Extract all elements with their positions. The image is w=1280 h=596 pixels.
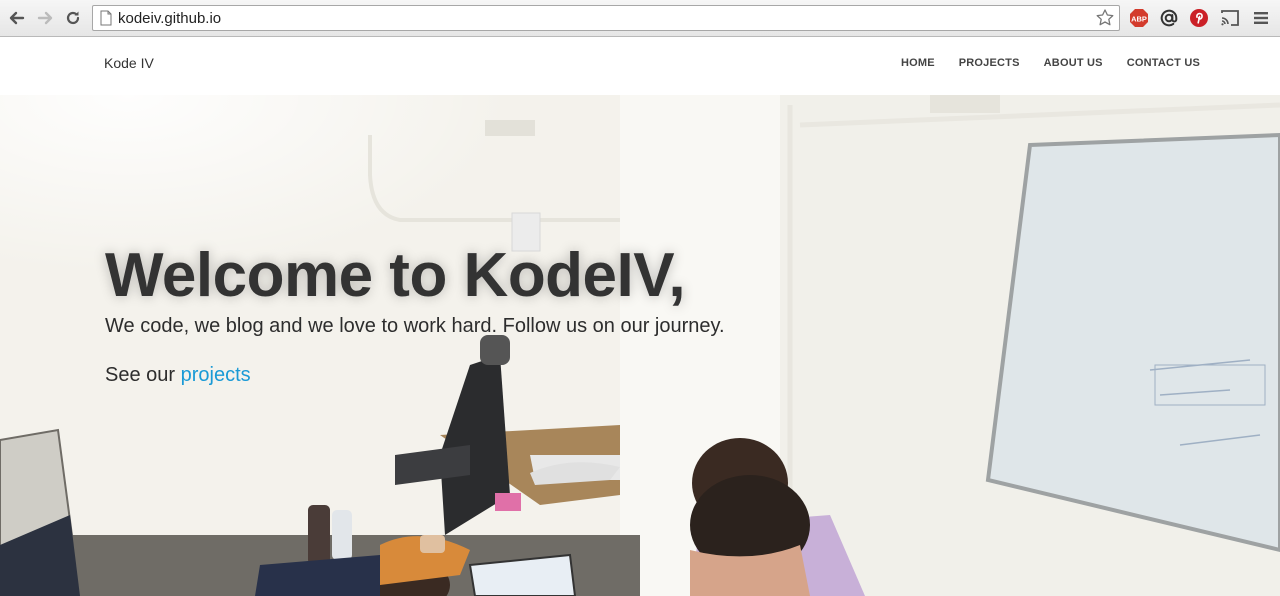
hero-title: Welcome to KodeIV, (105, 241, 686, 310)
browser-toolbar: kodeiv.github.io ABP (0, 0, 1280, 37)
pinterest-extension-button[interactable] (1188, 7, 1210, 29)
reload-icon (66, 11, 80, 25)
menu-item-contact-us[interactable]: CONTACT US (1127, 57, 1200, 69)
at-sign-icon (1160, 9, 1178, 27)
svg-text:ABP: ABP (1131, 15, 1147, 24)
menu-item-home[interactable]: HOME (901, 57, 935, 69)
reload-button[interactable] (62, 7, 84, 29)
adblock-icon: ABP (1130, 9, 1148, 27)
hero-cta-prefix: See our (105, 364, 181, 386)
bookmark-star-icon[interactable] (1095, 8, 1115, 28)
brand-link[interactable]: Kode IV (104, 55, 154, 71)
projects-link[interactable]: projects (181, 364, 251, 386)
menu-item-projects[interactable]: PROJECTS (959, 57, 1020, 69)
pinterest-icon (1190, 9, 1208, 27)
menu-item-about-us[interactable]: ABOUT US (1044, 57, 1103, 69)
chrome-menu-button[interactable] (1250, 7, 1272, 29)
cast-icon (1221, 10, 1239, 26)
site-header: Kode IV HOME PROJECTS ABOUT US CONTACT U… (0, 37, 1280, 95)
hero-section: Welcome to KodeIV, We code, we blog and … (0, 95, 1280, 596)
page-icon (100, 10, 112, 26)
address-bar[interactable]: kodeiv.github.io (92, 5, 1120, 31)
hero-subtitle: We code, we blog and we love to work har… (105, 315, 725, 337)
adblock-extension-button[interactable]: ABP (1128, 7, 1150, 29)
address-url[interactable]: kodeiv.github.io (118, 10, 221, 27)
main-menu: HOME PROJECTS ABOUT US CONTACT US (877, 57, 1200, 69)
forward-arrow-icon (37, 11, 53, 25)
back-button[interactable] (6, 7, 28, 29)
back-arrow-icon (9, 11, 25, 25)
hero-cta: See our projects (105, 364, 725, 387)
cast-extension-button[interactable] (1219, 7, 1241, 29)
hero-text: Welcome to KodeIV, We code, we blog and … (105, 245, 725, 387)
at-extension-button[interactable] (1158, 7, 1180, 29)
menu-icon (1254, 12, 1268, 24)
forward-button[interactable] (34, 7, 56, 29)
